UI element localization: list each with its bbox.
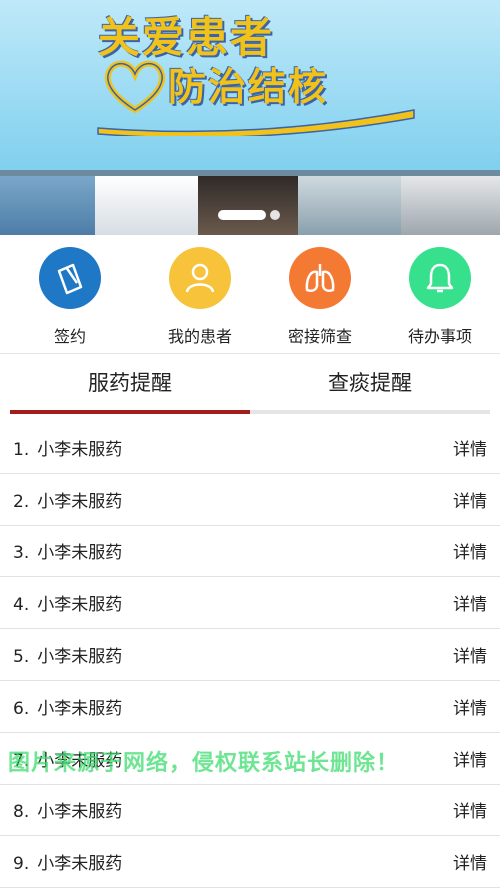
- list-item-number: 1.: [13, 439, 30, 460]
- list-item-text: 小李未服药: [37, 439, 123, 460]
- list-item-number: 8.: [13, 802, 30, 823]
- action-todo[interactable]: 待办事项: [380, 235, 500, 353]
- tab-sputum-reminder[interactable]: 查痰提醒: [250, 354, 490, 416]
- list-item[interactable]: 8. 小李未服药 详情: [0, 785, 500, 837]
- list-item[interactable]: 9. 小李未服药 详情: [0, 836, 500, 889]
- list-item[interactable]: 2. 小李未服药 详情: [0, 474, 500, 526]
- banner-photo-strip: [0, 170, 500, 235]
- detail-link[interactable]: 详情: [453, 642, 487, 667]
- list-item-text: 小李未服药: [37, 491, 123, 512]
- action-label: 签约: [53, 327, 86, 346]
- carousel-indicator[interactable]: [218, 210, 280, 220]
- list-item-number: 4.: [13, 595, 30, 616]
- list-item-text: 小李未服药: [37, 543, 123, 564]
- carousel-dot[interactable]: [270, 210, 280, 220]
- list-item-text: 小李未服药: [37, 854, 123, 875]
- list-item[interactable]: 1. 小李未服药 详情: [0, 422, 500, 474]
- bell-icon: [409, 247, 471, 309]
- list-item[interactable]: 4. 小李未服药 详情: [0, 577, 500, 630]
- list-item[interactable]: 3. 小李未服药 详情: [0, 526, 500, 578]
- sign-document-icon: [39, 247, 101, 309]
- banner-photo: [0, 170, 95, 235]
- list-item-number: 5.: [13, 647, 30, 668]
- action-my-patients[interactable]: 我的患者: [140, 235, 260, 353]
- action-sign[interactable]: 签约: [0, 235, 140, 353]
- list-item[interactable]: 6. 小李未服药 详情: [0, 681, 500, 733]
- detail-link[interactable]: 详情: [453, 797, 487, 822]
- lungs-icon: [289, 247, 351, 309]
- detail-link[interactable]: 详情: [453, 590, 487, 615]
- detail-link[interactable]: 详情: [453, 746, 487, 771]
- action-contact-screening[interactable]: 密接筛查: [260, 235, 380, 353]
- reminder-list: 1. 小李未服药 详情 2. 小李未服药 详情 3. 小李未服药 详情 4. 小李未服药…: [0, 422, 500, 889]
- list-item-text: 小李未服药: [37, 595, 123, 616]
- user-icon: [169, 247, 231, 309]
- banner-photo: [198, 170, 298, 235]
- list-item-text: 小李未服药: [37, 802, 123, 823]
- detail-link[interactable]: 详情: [453, 487, 487, 512]
- banner-photo: [401, 170, 500, 235]
- quick-actions: 签约 我的患者 密接筛查 待办事项: [0, 235, 500, 353]
- list-item-number: 9.: [13, 854, 30, 875]
- banner-carousel[interactable]: 关爱患者 防治结核: [0, 0, 500, 235]
- banner-photo: [95, 170, 198, 235]
- detail-link[interactable]: 详情: [453, 435, 487, 460]
- list-item-text: 小李未服药: [37, 698, 123, 719]
- carousel-dot-active[interactable]: [218, 210, 266, 220]
- list-item-number: 6.: [13, 698, 30, 719]
- watermark-text: 图片来源于网络，侵权联系站长删除！: [8, 751, 400, 776]
- tab-active-indicator: [10, 410, 250, 414]
- heart-icon: [104, 60, 166, 114]
- action-label: 密接筛查: [287, 327, 352, 346]
- list-item-number: 2.: [13, 491, 30, 512]
- list-item-number: 3.: [13, 543, 30, 564]
- action-label: 待办事项: [407, 327, 472, 346]
- detail-link[interactable]: 详情: [453, 694, 487, 719]
- detail-link[interactable]: 详情: [453, 538, 487, 563]
- list-item-text: 小李未服药: [37, 647, 123, 668]
- banner-title-line2: 防治结核: [168, 65, 329, 109]
- action-label: 我的患者: [167, 327, 232, 346]
- banner-photo: [298, 170, 401, 235]
- reminder-tabs: 服药提醒 查痰提醒: [10, 354, 490, 416]
- list-item[interactable]: 5. 小李未服药 详情: [0, 629, 500, 681]
- tab-medication-reminder[interactable]: 服药提醒: [10, 354, 250, 416]
- detail-link[interactable]: 详情: [453, 849, 487, 874]
